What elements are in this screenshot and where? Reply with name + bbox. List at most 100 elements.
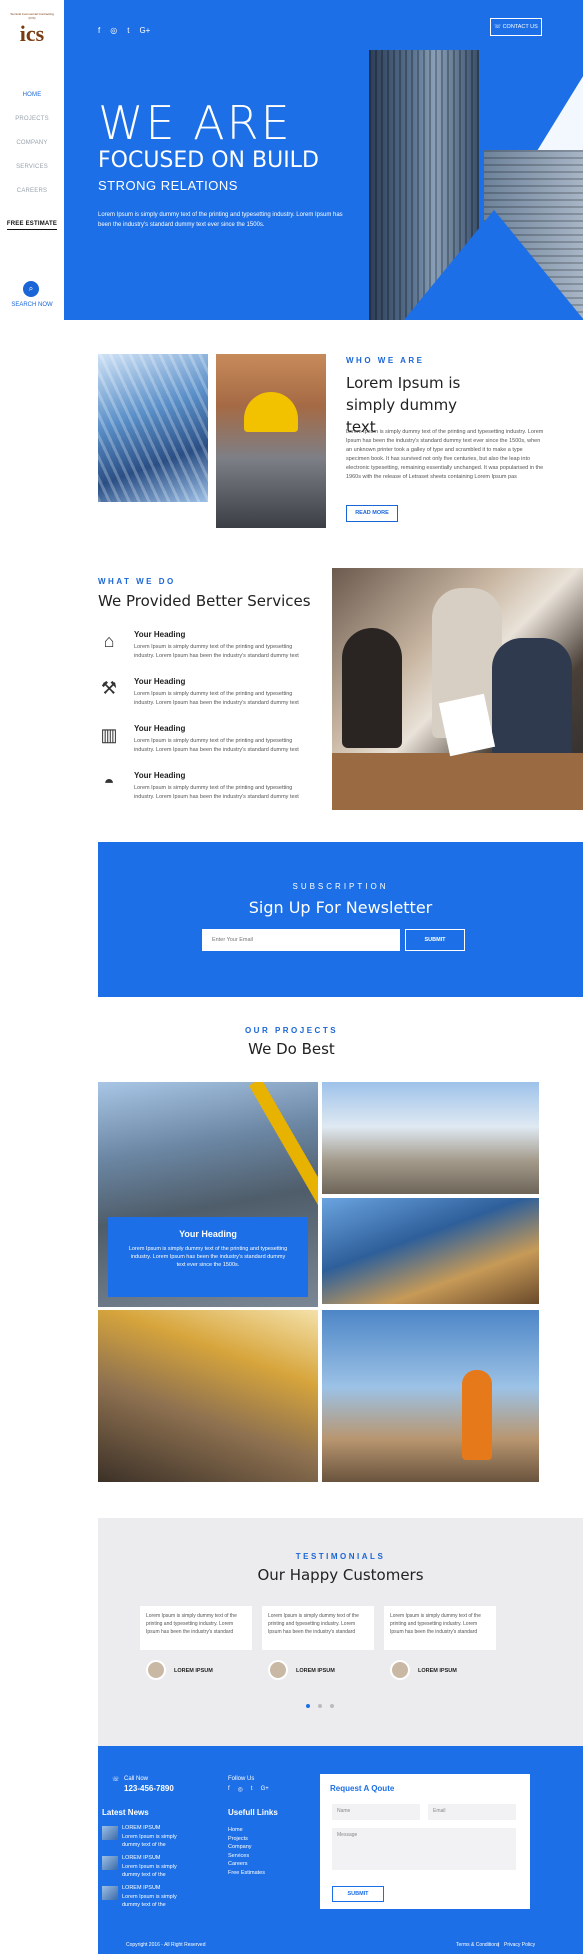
facebook-icon[interactable]: f (98, 26, 100, 35)
nav-company[interactable]: COMPANY (0, 140, 64, 146)
news-thumbnail[interactable] (102, 1856, 118, 1870)
phone-icon: ☏ (112, 1777, 120, 1783)
call-now-label: Call Now (124, 1776, 149, 1782)
table (332, 753, 583, 810)
logo[interactable]: Tecnical Commercial Contracting (ICS) ic… (8, 12, 56, 56)
carousel-dot[interactable] (330, 1704, 334, 1708)
avatar (146, 1660, 166, 1680)
google-plus-icon[interactable]: G+ (139, 26, 150, 35)
logo-mark: ics (19, 21, 45, 46)
testimonial-card: Lorem Ipsum is simply dummy text of the … (262, 1606, 374, 1650)
google-plus-icon[interactable]: G+ (261, 1786, 269, 1793)
news-item[interactable]: LOREM IPSUM Lorem Ipsum is simply dummy t… (122, 1884, 192, 1910)
testimonials-title: Our Happy Customers (257, 1566, 424, 1584)
carousel-dot[interactable] (306, 1704, 310, 1708)
footer-link[interactable]: Home (228, 1826, 265, 1835)
blueprint-icon: ⌂ (103, 631, 115, 651)
project-overlay-heading: Your Heading (179, 1229, 237, 1239)
follow-us-label: Follow Us (228, 1776, 255, 1782)
twitter-icon[interactable]: t (251, 1786, 253, 1793)
quote-form-title: Request A Qoute (330, 1784, 395, 1793)
helmet-icon: ◓ (103, 772, 115, 792)
privacy-link[interactable]: Privacy Policy (504, 1942, 535, 1948)
useful-links-list: Home Projects Company Services Careers F… (228, 1826, 265, 1877)
twitter-icon[interactable]: t (127, 26, 129, 35)
instagram-icon[interactable]: ◎ (238, 1786, 243, 1793)
name-field[interactable]: Name (332, 1804, 420, 1820)
about-body: Lorem Ipsum is simply dummy text of the … (346, 429, 544, 480)
nav-projects[interactable]: PROJECTS (0, 116, 64, 122)
phone-number[interactable]: 123-456-7890 (124, 1784, 174, 1793)
service-heading: Your Heading (134, 677, 186, 686)
about-image-worker (216, 354, 326, 528)
search-now-link[interactable]: SEARCH NOW (0, 302, 64, 308)
project-overlay[interactable]: Your Heading Lorem Ipsum is simply dummy… (108, 1217, 308, 1297)
hero-description: Lorem Ipsum is simply dummy text of the … (98, 212, 343, 228)
projects-eyebrow: OUR PROJECTS (244, 1026, 339, 1035)
newsletter-title: Sign Up For Newsletter (248, 898, 433, 917)
service-text: Lorem Ipsum is simply dummy text of the … (134, 691, 299, 706)
hero-title-line1: WE ARE (98, 96, 292, 150)
project-image[interactable] (322, 1310, 539, 1482)
avatar (268, 1660, 288, 1680)
footer-separator: | (498, 1942, 500, 1948)
read-more-button[interactable]: READ MORE (346, 505, 398, 522)
contact-us-label: CONTACT US (502, 24, 538, 30)
email-field[interactable]: Email (428, 1804, 516, 1820)
footer-link[interactable]: Free Estimates (228, 1869, 265, 1878)
nav-services[interactable]: SERVICES (0, 164, 64, 170)
project-overlay-text: Lorem Ipsum is simply dummy text of the … (128, 1246, 288, 1268)
newsletter-submit-button[interactable]: SUBMIT (405, 929, 465, 951)
newsletter-section: SUBSCRIPTION Sign Up For Newsletter SUBM… (98, 842, 583, 997)
project-image[interactable] (322, 1082, 539, 1194)
news-thumbnail[interactable] (102, 1886, 118, 1900)
facebook-icon[interactable]: f (228, 1786, 230, 1793)
news-text: Lorem Ipsum is simply dummy text of the (122, 1893, 177, 1909)
carousel-dot[interactable] (318, 1704, 322, 1708)
terms-link[interactable]: Terms & Conditions (456, 1942, 499, 1948)
quote-submit-button[interactable]: SUBMIT (332, 1886, 384, 1902)
message-field[interactable]: Message (332, 1828, 516, 1870)
person (492, 638, 572, 758)
social-links: f ◎ t G+ (98, 26, 150, 35)
hard-hat (244, 392, 298, 432)
testimonials-section: TESTIMONIALS Our Happy Customers Lorem I… (98, 1518, 583, 1746)
main-nav: HOME PROJECTS COMPANY SERVICES CAREERS F… (0, 92, 64, 248)
service-item: ◓ Your Heading Lorem Ipsum is simply dum… (98, 771, 308, 811)
hero-banner: f ◎ t G+ ☏ CONTACT US WE ARE FOCUSED ON … (64, 0, 583, 320)
latest-news-title: Latest News (102, 1808, 149, 1817)
news-thumbnail[interactable] (102, 1826, 118, 1840)
project-image[interactable]: Your Heading Lorem Ipsum is simply dummy… (98, 1082, 318, 1307)
testimonial-name: LOREM IPSUM (174, 1668, 213, 1674)
contact-us-button[interactable]: ☏ CONTACT US (490, 18, 542, 36)
news-item[interactable]: LOREM IPSUM Lorem Ipsum is simply dummy t… (122, 1824, 192, 1850)
service-text: Lorem Ipsum is simply dummy text of the … (134, 738, 299, 753)
nav-free-estimate[interactable]: FREE ESTIMATE (6, 221, 58, 230)
project-image[interactable] (322, 1198, 539, 1304)
service-heading: Your Heading (134, 630, 186, 639)
testimonial-name: LOREM IPSUM (418, 1668, 457, 1674)
hero-shape-blue (404, 210, 583, 320)
news-item[interactable]: LOREM IPSUM Lorem Ipsum is simply dummy t… (122, 1854, 192, 1880)
worker (462, 1370, 492, 1460)
newsletter-email-input[interactable] (202, 929, 400, 951)
avatar (390, 1660, 410, 1680)
footer-link[interactable]: Company (228, 1843, 265, 1852)
services-meeting-image (332, 568, 583, 810)
page: Tecnical Commercial Contracting (ICS) ic… (0, 0, 583, 1954)
projects-title: We Do Best (248, 1040, 335, 1058)
nav-home[interactable]: HOME (0, 92, 64, 98)
footer-link[interactable]: Careers (228, 1860, 265, 1869)
footer-social: f ◎ t G+ (228, 1786, 269, 1793)
nav-careers[interactable]: CAREERS (0, 188, 64, 194)
service-heading: Your Heading (134, 771, 186, 780)
testimonial-card: Lorem Ipsum is simply dummy text of the … (384, 1606, 496, 1650)
footer-link[interactable]: Services (228, 1852, 265, 1861)
project-image[interactable] (98, 1310, 318, 1482)
instagram-icon[interactable]: ◎ (110, 26, 117, 35)
services-title: We Provided Better Services (98, 592, 311, 610)
search-icon[interactable]: ⌕ (23, 281, 39, 297)
footer-link[interactable]: Projects (228, 1835, 265, 1844)
news-date: LOREM IPSUM (122, 1885, 161, 1891)
about-eyebrow: WHO WE ARE (346, 356, 425, 365)
